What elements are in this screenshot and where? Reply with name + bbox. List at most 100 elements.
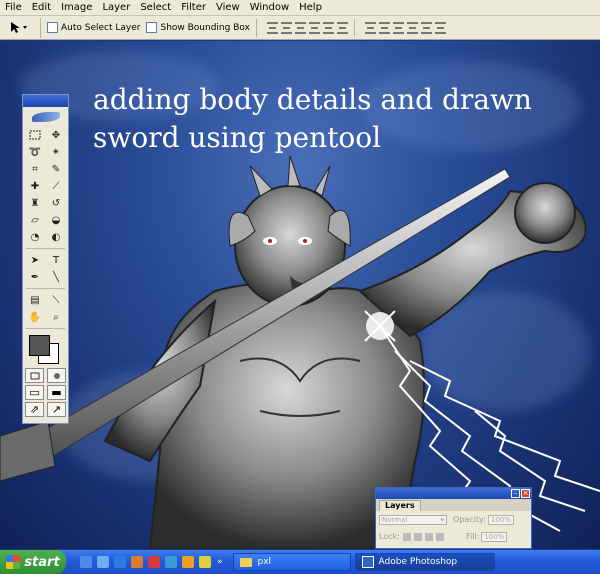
divider xyxy=(26,248,65,249)
canvas-caption: adding body details and drawn sword usin… xyxy=(93,81,533,157)
menu-layer[interactable]: Layer xyxy=(97,0,135,15)
divider xyxy=(26,328,65,329)
menu-window[interactable]: Window xyxy=(245,0,294,15)
blur-icon[interactable]: ◔ xyxy=(25,229,45,245)
messenger-icon[interactable] xyxy=(165,556,177,568)
align-top-icon[interactable] xyxy=(266,21,278,34)
menu-file[interactable]: File xyxy=(0,0,27,15)
align-hcenter-icon[interactable] xyxy=(322,21,334,34)
menu-select[interactable]: Select xyxy=(135,0,176,15)
show-bounding-checkbox[interactable]: Show Bounding Box xyxy=(146,22,250,33)
taskbar-item-photoshop[interactable]: Adobe Photoshop xyxy=(354,553,495,571)
distribute-bottom-icon[interactable] xyxy=(392,21,404,34)
close-icon[interactable]: × xyxy=(521,489,530,498)
menu-image[interactable]: Image xyxy=(56,0,97,15)
lasso-icon[interactable]: ➰ xyxy=(25,144,45,160)
document-canvas[interactable]: adding body details and drawn sword usin… xyxy=(0,41,600,549)
distribute-right-icon[interactable] xyxy=(434,21,446,34)
show-desktop-icon[interactable] xyxy=(97,556,109,568)
internet-explorer-icon[interactable] xyxy=(114,556,126,568)
opacity-field[interactable]: 100% xyxy=(487,514,514,525)
move-icon[interactable]: ✥ xyxy=(46,127,66,143)
align-left-icon[interactable] xyxy=(308,21,320,34)
chevron-down-icon: ▾ xyxy=(440,515,444,524)
start-button[interactable]: start xyxy=(0,550,66,574)
lock-position-icon[interactable] xyxy=(424,532,433,541)
tab-layers[interactable]: Layers xyxy=(379,500,421,511)
checkbox-box[interactable] xyxy=(146,22,158,33)
tool-grid: ✥ ➰ ✴ ⌗ ✎ ✚ ⟋ ♜ ↺ ▱ ◒ ◔ ◐ xyxy=(23,127,68,245)
pen-icon[interactable]: ✒ xyxy=(25,269,45,285)
photoshop-feather-logo[interactable] xyxy=(23,107,68,127)
type-icon[interactable]: T xyxy=(46,252,66,268)
align-vcenter-icon[interactable] xyxy=(280,21,292,34)
align-buttons xyxy=(266,21,348,34)
screen-mode-standard-icon[interactable]: ▭ xyxy=(25,385,44,400)
align-bottom-icon[interactable] xyxy=(294,21,306,34)
zoom-icon[interactable]: ⌕ xyxy=(46,309,66,325)
tool-grid-3: ▤ ⟍ ✋ ⌕ xyxy=(23,292,68,325)
menu-edit[interactable]: Edit xyxy=(27,0,56,15)
crop-icon[interactable]: ⌗ xyxy=(25,161,45,177)
quick-launch xyxy=(80,556,211,568)
layers-titlebar[interactable]: – × xyxy=(376,488,531,499)
winamp-icon[interactable] xyxy=(199,556,211,568)
notes-icon[interactable]: ▤ xyxy=(25,292,45,308)
options-bar: Auto Select Layer Show Bounding Box xyxy=(0,16,600,40)
brush-icon[interactable]: ⟋ xyxy=(46,178,66,194)
distribute-hcenter-icon[interactable] xyxy=(420,21,432,34)
marquee-icon[interactable] xyxy=(25,127,45,143)
align-right-icon[interactable] xyxy=(336,21,348,34)
taskbar-item-label: pxl xyxy=(257,557,272,567)
standard-mode-icon[interactable] xyxy=(25,368,44,383)
quickmask-mode-icon[interactable] xyxy=(47,368,66,383)
taskbar-item-label: Adobe Photoshop xyxy=(378,557,458,567)
tool-grid-2: ➤ T ✒ ╲ xyxy=(23,252,68,285)
firefox-icon[interactable] xyxy=(131,556,143,568)
lock-image-icon[interactable] xyxy=(413,532,422,541)
healing-brush-icon[interactable]: ✚ xyxy=(25,178,45,194)
jump-to-imageready-icon[interactable]: ⇗ xyxy=(25,402,44,417)
layers-blend-row: Normal ▾ Opacity: 100% xyxy=(376,511,531,528)
show-bounding-label: Show Bounding Box xyxy=(160,22,250,33)
distribute-vcenter-icon[interactable] xyxy=(378,21,390,34)
auto-select-checkbox[interactable]: Auto Select Layer xyxy=(47,22,140,33)
lock-transparency-icon[interactable] xyxy=(402,532,411,541)
paint-bucket-icon[interactable]: ◒ xyxy=(46,212,66,228)
distribute-left-icon[interactable] xyxy=(406,21,418,34)
caption-line-1: adding body details and drawn xyxy=(93,83,532,116)
fill-label: Fill: xyxy=(465,532,480,541)
line-icon[interactable]: ╲ xyxy=(46,269,66,285)
menu-view[interactable]: View xyxy=(211,0,245,15)
menu-filter[interactable]: Filter xyxy=(176,0,211,15)
checkbox-box[interactable] xyxy=(47,22,58,33)
path-select-icon[interactable]: ➤ xyxy=(25,252,45,268)
eyedropper-icon[interactable]: ⟍ xyxy=(46,292,66,308)
taskbar: start » pxl Adobe Photoshop xyxy=(0,550,600,574)
screen-mode-full-icon[interactable]: ▬ xyxy=(47,385,66,400)
eraser-icon[interactable]: ▱ xyxy=(25,212,45,228)
photoshop-icon xyxy=(361,556,374,568)
hand-icon[interactable]: ✋ xyxy=(25,309,45,325)
stamp-icon[interactable]: ♜ xyxy=(25,195,45,211)
edit-in-imageready-icon[interactable]: ↗ xyxy=(47,402,66,417)
vlc-icon[interactable] xyxy=(182,556,194,568)
media-player-icon[interactable] xyxy=(148,556,160,568)
fill-field[interactable]: 100% xyxy=(481,531,508,542)
slice-icon[interactable]: ✎ xyxy=(46,161,66,177)
quick-launch-expand[interactable]: » xyxy=(217,557,223,567)
history-brush-icon[interactable]: ↺ xyxy=(46,195,66,211)
menu-help[interactable]: Help xyxy=(294,0,327,15)
minimize-icon[interactable]: – xyxy=(511,489,520,498)
toolbox-titlebar[interactable] xyxy=(23,95,68,107)
blend-mode-select[interactable]: Normal ▾ xyxy=(379,514,447,525)
dodge-icon[interactable]: ◐ xyxy=(46,229,66,245)
taskbar-item-pxl[interactable]: pxl xyxy=(232,553,351,571)
lock-label: Lock: xyxy=(379,532,400,541)
browser-icon[interactable] xyxy=(80,556,92,568)
foreground-color-swatch[interactable] xyxy=(29,335,50,356)
move-tool-icon[interactable] xyxy=(0,17,41,38)
lock-all-icon[interactable] xyxy=(435,532,444,541)
distribute-top-icon[interactable] xyxy=(364,21,376,34)
magic-wand-icon[interactable]: ✴ xyxy=(46,144,66,160)
